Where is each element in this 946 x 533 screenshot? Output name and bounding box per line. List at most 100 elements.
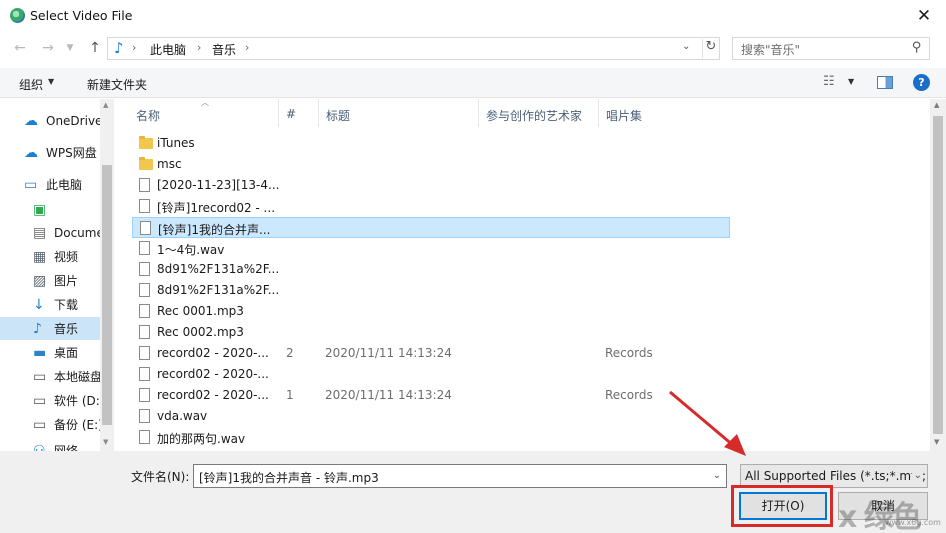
close-button[interactable]: ✕: [910, 4, 938, 28]
file-list-scrollbar-thumb[interactable]: [933, 116, 943, 434]
back-arrow-icon[interactable]: ←: [12, 40, 28, 56]
file-name: [铃声]1我的合并声...: [158, 223, 271, 237]
column-divider[interactable]: [478, 99, 479, 127]
nav-item[interactable]: ☁ OneDrive: [0, 109, 100, 132]
app-icon: ▣: [33, 201, 47, 218]
file-row[interactable]: record02 - 2020-... 2 2020/11/11 14:13:24 R…: [132, 343, 730, 364]
cancel-button[interactable]: 取消: [838, 492, 928, 520]
app-logo-icon: [10, 8, 25, 23]
up-arrow-icon[interactable]: ↑: [87, 40, 103, 56]
column-header-artist[interactable]: 参与创作的艺术家: [486, 107, 582, 124]
help-icon[interactable]: ?: [913, 74, 930, 91]
breadcrumb-music[interactable]: 音乐: [212, 41, 236, 58]
file-name: Rec 0001.mp3: [157, 304, 244, 318]
file-icon: [139, 178, 150, 192]
nav-item[interactable]: ▦ 视频: [0, 245, 100, 268]
file-row[interactable]: msc: [132, 154, 730, 175]
file-name: 8d91%2F131a%2F...: [157, 262, 280, 276]
column-divider[interactable]: [598, 99, 599, 127]
organize-caret-icon[interactable]: ▼: [48, 77, 54, 86]
file-row[interactable]: [铃声]1record02 - ...: [132, 196, 730, 217]
file-name: vda.wav: [157, 409, 208, 423]
nav-item[interactable]: ↓ 下载: [0, 293, 100, 316]
command-toolbar: 组织 ▼ 新建文件夹 ☷ ▼ ?: [0, 68, 946, 98]
nav-item[interactable]: ▬ 桌面: [0, 341, 100, 364]
nav-item-label: 桌面: [54, 346, 79, 360]
nav-item[interactable]: ⚇ 网络: [0, 439, 100, 452]
nav-item[interactable]: ▭ 此电脑: [0, 173, 100, 196]
file-name: [2020-11-23][13-4...: [157, 178, 280, 192]
address-history-chevron-icon[interactable]: ⌄: [682, 41, 690, 52]
column-divider[interactable]: [318, 99, 319, 127]
column-header-name[interactable]: 名称: [136, 107, 160, 124]
open-button[interactable]: 打开(O): [739, 492, 827, 520]
nav-item-label: 下载: [54, 298, 79, 312]
file-icon: [139, 199, 150, 213]
view-options-icon[interactable]: ☷: [823, 74, 835, 89]
forward-arrow-icon[interactable]: →: [40, 40, 56, 56]
breadcrumb-chevron-icon[interactable]: ›: [197, 41, 201, 54]
breadcrumb-chevron-icon[interactable]: ›: [132, 41, 136, 54]
column-header-title[interactable]: 标题: [326, 107, 350, 124]
breadcrumb-this-pc[interactable]: 此电脑: [150, 41, 186, 58]
refresh-icon[interactable]: ↻: [702, 39, 719, 58]
view-caret-icon[interactable]: ▼: [848, 77, 854, 86]
file-row[interactable]: [2020-11-23][13-4...: [132, 175, 730, 196]
filename-input[interactable]: [铃声]1我的合并声音 - 铃声.mp3 ⌄: [193, 464, 727, 488]
file-name: record02 - 2020-...: [157, 388, 269, 402]
preview-pane-icon[interactable]: [877, 76, 893, 89]
nav-item[interactable]: ▤ Docume: [0, 221, 100, 244]
file-row[interactable]: iTunes: [132, 133, 730, 154]
file-row[interactable]: record02 - 2020-... 1 2020/11/11 14:13:24 R…: [132, 385, 730, 406]
file-row[interactable]: 加的那两句.wav: [132, 427, 730, 448]
folder-icon: [139, 157, 153, 170]
file-row[interactable]: record02 - 2020-...: [132, 364, 730, 385]
nav-scrollbar-thumb[interactable]: [102, 165, 112, 425]
search-icon[interactable]: ⚲: [912, 40, 922, 55]
search-placeholder: 搜索"音乐": [741, 43, 801, 57]
file-row[interactable]: 8d91%2F131a%2F...: [132, 259, 730, 280]
file-title: 2020/11/11 14:13:24: [325, 388, 452, 402]
nav-scroll-up-icon[interactable]: ▲: [103, 101, 108, 109]
nav-item[interactable]: ▭ 本地磁盘: [0, 365, 100, 388]
search-box[interactable]: 搜索"音乐" ⚲: [732, 37, 930, 60]
file-row[interactable]: Rec 0001.mp3: [132, 301, 730, 322]
filename-label: 文件名(N):: [131, 470, 190, 484]
nav-item[interactable]: ▨ 图片: [0, 269, 100, 292]
file-row[interactable]: Rec 0002.mp3: [132, 322, 730, 343]
file-row[interactable]: 8d91%2F131a%2F...: [132, 280, 730, 301]
filter-dropdown-chevron-icon[interactable]: ⌄: [911, 470, 922, 481]
organize-menu[interactable]: 组织: [19, 76, 43, 93]
breadcrumb-chevron-icon[interactable]: ›: [245, 41, 249, 54]
filename-value: [铃声]1我的合并声音 - 铃声.mp3: [199, 471, 379, 485]
file-name: 1～4句.wav: [157, 243, 225, 257]
recent-locations-chevron-icon[interactable]: ▼: [62, 40, 78, 56]
file-list: ︿ 名称 # 标题 参与创作的艺术家 唱片集 iTunes msc [2020-11…: [116, 99, 930, 451]
nav-item[interactable]: ☁ WPS网盘: [0, 141, 100, 164]
new-folder-button[interactable]: 新建文件夹: [87, 76, 147, 93]
nav-item[interactable]: ♪ 音乐: [0, 317, 100, 340]
scroll-down-icon[interactable]: ▼: [934, 438, 939, 446]
nav-item[interactable]: ▭ 软件 (D:: [0, 389, 100, 412]
nav-item[interactable]: ▭ 备份 (E:): [0, 413, 100, 436]
music-folder-icon: ♪: [114, 39, 124, 57]
address-bar[interactable]: ♪ › 此电脑 › 音乐 › ⌄ ↻: [107, 37, 720, 60]
filename-dropdown-chevron-icon[interactable]: ⌄: [713, 470, 721, 481]
nav-scroll-down-icon[interactable]: ▼: [103, 438, 108, 446]
file-row[interactable]: vda.wav: [132, 406, 730, 427]
file-name: record02 - 2020-...: [157, 346, 269, 360]
column-divider[interactable]: [278, 99, 279, 127]
file-icon: [139, 241, 150, 255]
file-name: 加的那两句.wav: [157, 432, 246, 446]
nav-item-label: 本地磁盘: [54, 370, 100, 384]
file-name: Rec 0002.mp3: [157, 325, 244, 339]
scroll-up-icon[interactable]: ▲: [934, 101, 939, 109]
column-header-track-number[interactable]: #: [286, 107, 296, 121]
nav-item-label: 软件 (D:: [54, 394, 100, 408]
file-icon: [139, 325, 150, 339]
file-row[interactable]: [铃声]1我的合并声...: [132, 217, 730, 238]
column-header-album[interactable]: 唱片集: [606, 107, 642, 124]
file-row[interactable]: 1～4句.wav: [132, 238, 730, 259]
nav-item-label: 网络: [54, 444, 79, 451]
nav-item[interactable]: ▣: [0, 198, 100, 221]
